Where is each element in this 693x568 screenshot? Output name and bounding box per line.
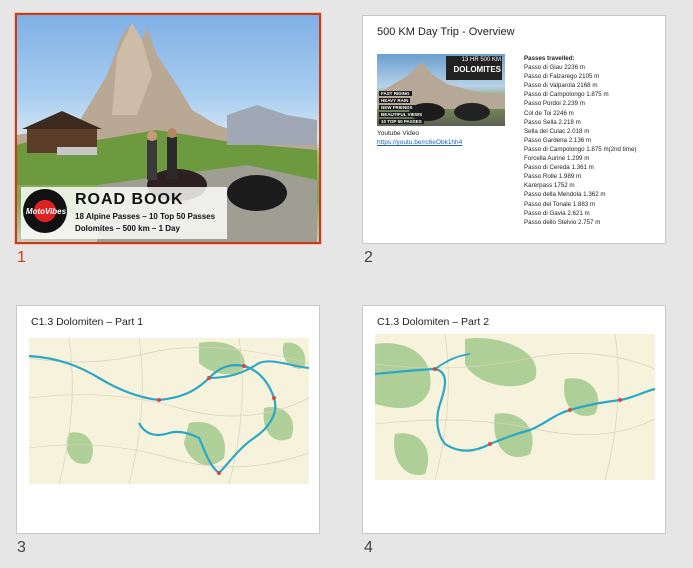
video-thumbnail[interactable]: 13 HR 500 KM DOLOMITES FAST RIDING HEAVY…	[377, 54, 505, 126]
pass-item: Col de Toi 2246 m	[524, 109, 574, 117]
pass-item: Passo Rolle 1.989 m	[524, 173, 582, 181]
pass-item: Passo della Mendola 1.362 m	[524, 191, 606, 199]
pass-item: Passo Pordoi 2.239 m	[524, 100, 585, 108]
slide-number-3: 3	[17, 539, 26, 556]
passes-heading: Passes travelled:	[524, 55, 575, 62]
route-map-drawing	[29, 338, 309, 484]
video-caption: Youtube Video	[377, 130, 419, 137]
pass-item: Passo di Valparola 2168 m	[524, 82, 598, 90]
pass-item: Forcella Aurine 1.299 m	[524, 155, 590, 163]
slide-thumbnail-3[interactable]: C1.3 Dolomiten – Part 1	[16, 305, 320, 534]
slide-number-1: 1	[17, 249, 26, 266]
route-map	[375, 334, 655, 480]
video-tag: 10 TOP 50 PASSES	[379, 119, 424, 124]
route-map	[29, 338, 309, 484]
slide-thumbnail-1[interactable]: MotoVibes ROAD BOOK 18 Alpine Passes – 1…	[15, 13, 321, 244]
pass-item: Passo di Cereda 1.361 m	[524, 164, 594, 172]
slide-subtitle-line-2: Dolomites – 500 km – 1 Day	[75, 224, 180, 233]
slide-title: C1.3 Dolomiten – Part 2	[377, 316, 490, 328]
slide-title: C1.3 Dolomiten – Part 1	[31, 316, 144, 328]
pass-item: Sella del Culac 2.018 m	[524, 127, 590, 135]
slide-number-4: 4	[364, 539, 373, 556]
video-header-line-2: DOLOMITES	[453, 65, 501, 74]
pass-item: Passo di Campolongo 1.875 m	[524, 91, 609, 99]
pass-item: Passo di Giau 2236 m	[524, 64, 585, 72]
slide-thumbnail-4[interactable]: C1.3 Dolomiten – Part 2	[362, 305, 666, 534]
video-tag: NEW FRIENDS	[379, 105, 415, 110]
pass-item: Passo Sella 2.218 m	[524, 118, 581, 126]
pass-item: Passo Gardena 2.136 m	[524, 136, 592, 144]
pass-item: Passo del Tonale 1.883 m	[524, 200, 596, 208]
slide-title: 500 KM Day Trip - Overview	[377, 26, 515, 38]
pass-item: Passo di Campolongo 1.875 m(2nd time)	[524, 145, 637, 153]
slide-number-2: 2	[364, 249, 373, 266]
slide-subtitle-line-1: 18 Alpine Passes – 10 Top 50 Passes	[75, 212, 216, 221]
pass-item: Karerpass 1752 m	[524, 182, 575, 190]
slide-thumbnail-2[interactable]: 500 KM Day Trip - Overview 13 HR 500 KM …	[362, 15, 666, 244]
youtube-link[interactable]: https://youtu.be/rc6eObk1hh4	[377, 139, 462, 146]
pass-item: Passo dello Stelvio 2.757 m	[524, 218, 601, 226]
slide-title: ROAD BOOK	[75, 191, 184, 208]
video-header-line-1: 13 HR 500 KM	[461, 57, 501, 63]
route-map-drawing	[375, 334, 655, 480]
passes-list: Passes travelled: Passo di Giau 2236 m P…	[524, 54, 636, 227]
pass-item: Passo di Falzarego 2105 m	[524, 73, 600, 81]
video-tag: BEAUTIFUL VIEWS	[379, 112, 425, 117]
video-tag: FAST RIDING	[379, 91, 412, 96]
video-tag: HEAVY RAIN	[379, 98, 411, 103]
pass-item: Passo di Gavia 2.621 m	[524, 209, 590, 217]
logo-text: MotoVibes	[25, 207, 67, 216]
